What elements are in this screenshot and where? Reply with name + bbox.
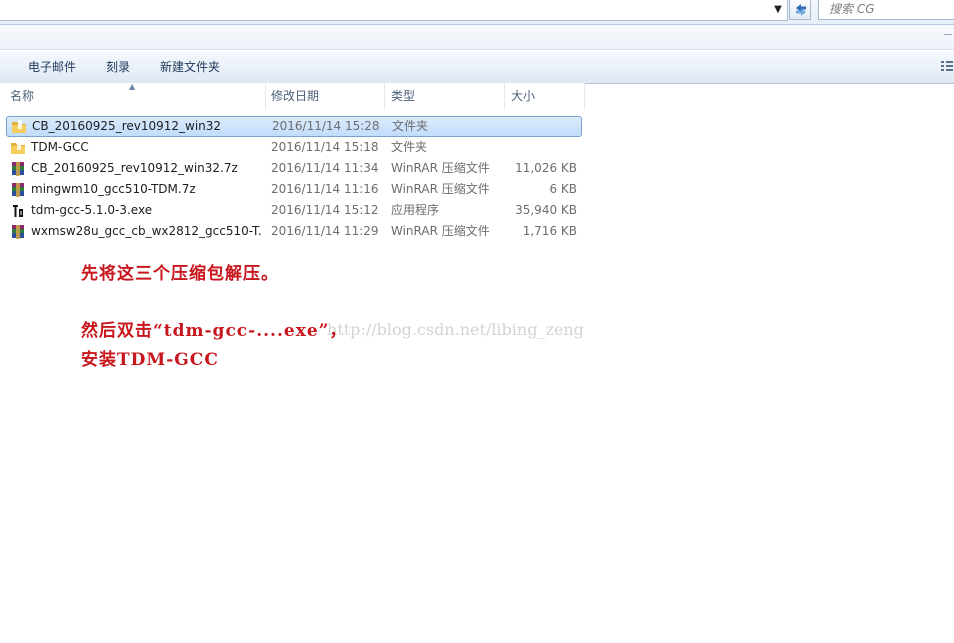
file-icon-cell bbox=[10, 137, 28, 158]
search-placeholder: 搜索 CG bbox=[829, 2, 875, 16]
file-type: 应用程序 bbox=[391, 203, 440, 217]
file-date: 2016/11/14 15:28 bbox=[272, 119, 380, 133]
file-size: 35,940 KB bbox=[515, 203, 577, 217]
file-name: CB_20160925_rev10912_win32.7z bbox=[31, 161, 238, 175]
address-field[interactable] bbox=[0, 0, 788, 21]
email-button[interactable]: 电子邮件 bbox=[28, 59, 76, 75]
column-date-modified[interactable]: 修改日期 bbox=[265, 83, 385, 110]
file-date: 2016/11/14 15:18 bbox=[271, 140, 379, 154]
file-name: tdm-gcc-5.1.0-3.exe bbox=[31, 203, 153, 217]
file-name: mingwm10_gcc510-TDM.7z bbox=[31, 182, 196, 196]
column-header-row: ▲ 名称 修改日期 类型 大小 bbox=[0, 83, 585, 110]
file-row-mingwm10-archive[interactable]: mingwm10_gcc510-TDM.7z 2016/11/14 11:16 … bbox=[6, 179, 582, 200]
file-date: 2016/11/14 11:16 bbox=[271, 182, 379, 196]
file-name: TDM-GCC bbox=[31, 140, 89, 154]
file-type: WinRAR 压缩文件 bbox=[391, 161, 490, 175]
refresh-button[interactable] bbox=[789, 0, 811, 20]
file-date: 2016/11/14 11:34 bbox=[271, 161, 379, 175]
tdm-installer-icon bbox=[12, 204, 24, 218]
file-icon-cell bbox=[10, 179, 28, 200]
watermark-text: http://blog.csdn.net/libing_zeng bbox=[327, 320, 584, 339]
help-icon[interactable] bbox=[944, 34, 952, 41]
file-date: 2016/11/14 15:12 bbox=[271, 203, 379, 217]
burn-button[interactable]: 刻录 bbox=[106, 59, 130, 75]
file-size: 11,026 KB bbox=[515, 161, 577, 175]
column-name[interactable]: 名称 bbox=[4, 83, 266, 110]
explorer-window: ▼ 搜索 CG 电子邮件 刻录 新建文件夹 ▲ 名称 修改日期 类型 大小 CB… bbox=[0, 0, 954, 643]
search-input[interactable]: 搜索 CG bbox=[818, 0, 954, 20]
column-size[interactable]: 大小 bbox=[505, 83, 585, 110]
file-size: 6 KB bbox=[549, 182, 577, 196]
winrar-archive-icon bbox=[12, 162, 24, 176]
file-name: CB_20160925_rev10912_win32 bbox=[32, 119, 222, 133]
file-icon-cell bbox=[10, 221, 28, 242]
file-icon-cell bbox=[10, 200, 28, 221]
winrar-archive-icon bbox=[12, 183, 24, 197]
annotation-line-2: 然后双击“tdm-gcc-....exe”， bbox=[81, 321, 348, 341]
file-row-cb-archive[interactable]: CB_20160925_rev10912_win32.7z 2016/11/14… bbox=[6, 158, 582, 179]
file-row-wxmsw-archive[interactable]: wxmsw28u_gcc_cb_wx2812_gcc510-T... 2016/… bbox=[6, 221, 582, 242]
file-icon-cell bbox=[10, 158, 28, 179]
command-toolbar: 电子邮件 刻录 新建文件夹 bbox=[0, 50, 954, 84]
folder-icon bbox=[11, 141, 25, 154]
file-size: 1,716 KB bbox=[522, 224, 577, 238]
file-name: wxmsw28u_gcc_cb_wx2812_gcc510-T... bbox=[31, 224, 263, 238]
folder-icon bbox=[12, 120, 26, 133]
menu-band bbox=[0, 25, 954, 50]
file-row-tdm-gcc-exe[interactable]: tdm-gcc-5.1.0-3.exe 2016/11/14 15:12 应用程… bbox=[6, 200, 582, 221]
file-type: 文件夹 bbox=[391, 140, 428, 154]
file-icon-cell bbox=[11, 117, 29, 138]
file-type: WinRAR 压缩文件 bbox=[391, 182, 490, 196]
annotation-line-1: 先将这三个压缩包解压。 bbox=[81, 264, 279, 284]
annotation-line-3: 安装TDM-GCC bbox=[81, 350, 219, 370]
file-type: WinRAR 压缩文件 bbox=[391, 224, 490, 238]
new-folder-button[interactable]: 新建文件夹 bbox=[160, 59, 220, 75]
file-row-tdm-gcc-folder[interactable]: TDM-GCC 2016/11/14 15:18 文件夹 bbox=[6, 137, 582, 158]
file-date: 2016/11/14 11:29 bbox=[271, 224, 379, 238]
address-dropdown-icon[interactable]: ▼ bbox=[771, 1, 785, 19]
file-row-cb-folder[interactable]: CB_20160925_rev10912_win32 2016/11/14 15… bbox=[6, 116, 582, 137]
winrar-archive-icon bbox=[12, 225, 24, 239]
file-type: 文件夹 bbox=[392, 119, 429, 133]
view-options-icon[interactable] bbox=[940, 59, 954, 73]
column-type[interactable]: 类型 bbox=[385, 83, 505, 110]
refresh-icon bbox=[796, 4, 806, 16]
address-bar: ▼ 搜索 CG bbox=[0, 0, 954, 25]
